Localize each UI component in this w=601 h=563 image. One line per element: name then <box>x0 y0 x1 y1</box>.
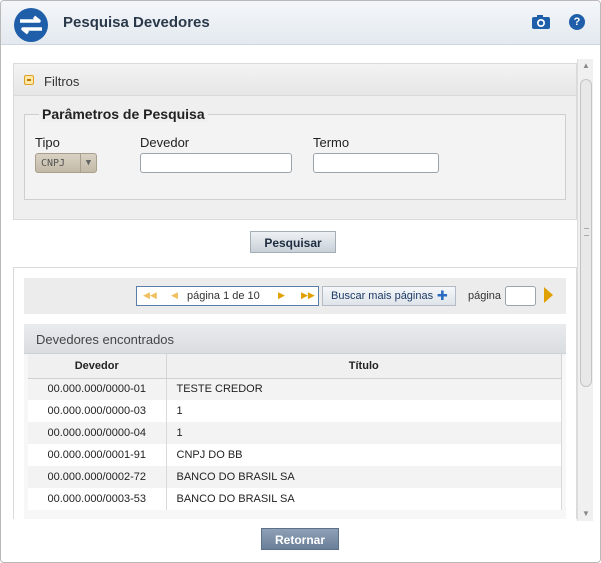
dialog-window: Pesquisa Devedores ? Filtros Parâmetros … <box>0 0 601 563</box>
goto-page-label: página <box>468 290 502 302</box>
scrollbar-thumb[interactable] <box>580 79 592 387</box>
filters-panel: Filtros Parâmetros de Pesquisa Tipo CNPJ… <box>13 63 577 220</box>
termo-label: Termo <box>313 135 350 150</box>
table-header-row: Devedor Título <box>28 354 562 379</box>
return-button[interactable]: Retornar <box>261 528 339 550</box>
cell-titulo: CNPJ DO BB <box>166 444 562 466</box>
table-row[interactable]: 00.000.000/0003-53 BANCO DO BRASIL SA <box>28 488 562 510</box>
scroll-down-icon[interactable]: ▼ <box>581 509 591 519</box>
table-row[interactable]: 00.000.000/0000-03 1 <box>28 400 562 422</box>
cell-titulo: BANCO DO BRASIL SA <box>166 466 562 488</box>
cell-titulo: 1 <box>166 422 562 444</box>
first-page-icon[interactable]: ◀◀ <box>143 290 157 301</box>
search-button[interactable]: Pesquisar <box>250 231 336 253</box>
help-icon[interactable]: ? <box>569 14 585 30</box>
results-table: Devedor Título 00.000.000/0000-01 TESTE … <box>28 354 562 510</box>
table-row[interactable]: 00.000.000/0002-72 BANCO DO BRASIL SA <box>28 466 562 488</box>
cell-devedor: 00.000.000/0000-03 <box>28 400 167 422</box>
plus-icon: ✚ <box>437 288 448 303</box>
next-page-icon[interactable]: ▶ <box>278 290 285 301</box>
window-title: Pesquisa Devedores <box>63 14 210 31</box>
column-header-titulo[interactable]: Título <box>166 354 562 379</box>
fieldset-legend: Parâmetros de Pesquisa <box>39 106 208 122</box>
cell-titulo: 1 <box>166 400 562 422</box>
tipo-label: Tipo <box>35 135 60 150</box>
dropdown-arrow-icon: ▼ <box>80 154 96 172</box>
cell-devedor: 00.000.000/0000-01 <box>28 378 167 400</box>
vertical-scrollbar[interactable]: ▲ ▼ <box>577 59 593 521</box>
column-header-devedor[interactable]: Devedor <box>28 354 167 379</box>
filters-header[interactable]: Filtros <box>14 64 576 96</box>
search-parameters-fieldset: Parâmetros de Pesquisa Tipo CNPJ ▼ Deved… <box>24 106 566 200</box>
results-panel: ◀◀ ◀ página 1 de 10 ▶ ▶▶ Buscar mais pág… <box>13 267 577 519</box>
results-header: Devedores encontrados <box>24 324 566 354</box>
termo-input[interactable] <box>313 153 439 173</box>
collapse-minus-icon[interactable] <box>24 75 34 85</box>
last-page-icon[interactable]: ▶▶ <box>301 290 315 301</box>
thumb-grip <box>584 228 589 236</box>
load-more-pages-button[interactable]: Buscar mais páginas ✚ <box>322 286 456 306</box>
cell-devedor: 00.000.000/0003-53 <box>28 488 167 510</box>
camera-icon[interactable] <box>531 13 551 31</box>
scroll-up-icon[interactable]: ▲ <box>581 61 591 71</box>
goto-page-input[interactable] <box>505 286 536 306</box>
filters-title: Filtros <box>44 74 80 89</box>
cell-titulo: TESTE CREDOR <box>166 378 562 400</box>
pager: ◀◀ ◀ página 1 de 10 ▶ ▶▶ <box>136 286 319 306</box>
page-indicator: página 1 de 10 <box>187 290 260 302</box>
devedor-input[interactable] <box>140 153 292 173</box>
pagination-bar: ◀◀ ◀ página 1 de 10 ▶ ▶▶ Buscar mais pág… <box>24 278 566 314</box>
results-grid: Devedores encontrados Devedor Título 00.… <box>24 324 566 519</box>
siafi-logo-icon <box>14 8 48 42</box>
cell-titulo: BANCO DO BRASIL SA <box>166 488 562 510</box>
cell-devedor: 00.000.000/0001-91 <box>28 444 167 466</box>
cell-devedor: 00.000.000/0000-04 <box>28 422 167 444</box>
previous-page-icon[interactable]: ◀ <box>171 290 178 301</box>
tipo-select[interactable]: CNPJ ▼ <box>35 153 97 173</box>
go-arrow-icon[interactable] <box>544 287 553 303</box>
table-row[interactable]: 00.000.000/0000-01 TESTE CREDOR <box>28 378 562 400</box>
title-bar: Pesquisa Devedores ? <box>1 1 600 45</box>
table-row[interactable]: 00.000.000/0001-91 CNPJ DO BB <box>28 444 562 466</box>
content-area: Filtros Parâmetros de Pesquisa Tipo CNPJ… <box>13 63 577 519</box>
table-row[interactable]: 00.000.000/0000-04 1 <box>28 422 562 444</box>
load-more-label: Buscar mais páginas <box>331 290 434 302</box>
devedor-label: Devedor <box>140 135 190 150</box>
results-title: Devedores encontrados <box>36 332 175 347</box>
tipo-select-value: CNPJ <box>41 158 66 169</box>
cell-devedor: 00.000.000/0002-72 <box>28 466 167 488</box>
